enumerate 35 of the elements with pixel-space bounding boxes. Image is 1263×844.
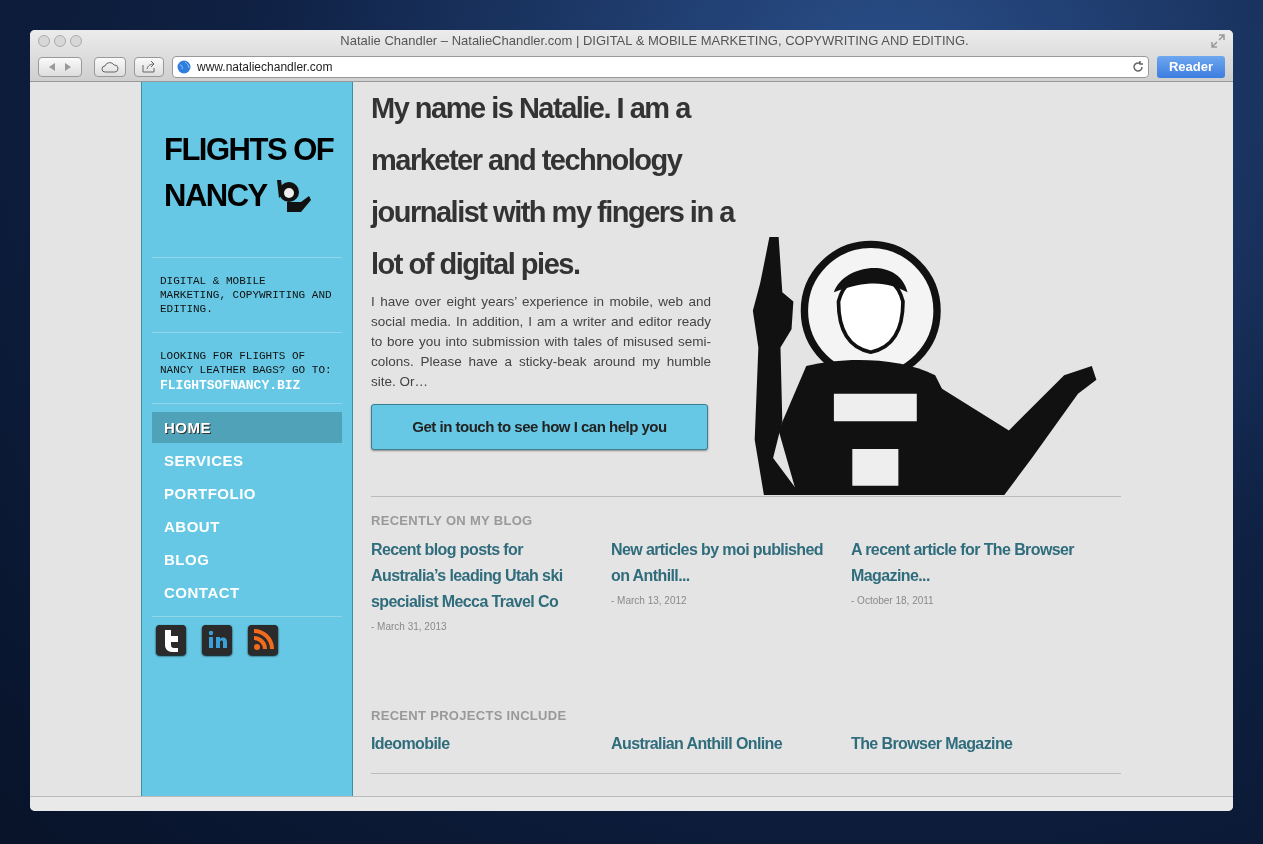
promo-text: LOOKING FOR FLIGHTS OF NANCY LEATHER BAGS? GO TO: xyxy=(160,349,333,377)
address-field[interactable]: www.nataliechandler.com xyxy=(172,56,1149,78)
globe-icon xyxy=(177,60,191,74)
close-button[interactable] xyxy=(38,35,50,47)
linkedin-icon[interactable] xyxy=(202,625,232,655)
intro-paragraph: I have over eight years’ experience in mobile, web and social media. In addition, I am a writer and editor ready to bore you into submission with tales of misused semi-colons. Please have a sticky-beak around my humble site. Or… xyxy=(371,293,711,391)
minimize-button[interactable] xyxy=(54,35,66,47)
headline: My name is Natalie. I am a marketer and technology journalist with my fingers in a lot of digital pies. xyxy=(371,91,736,282)
fullscreen-icon[interactable] xyxy=(1211,34,1225,48)
post-date: - October 18, 2011 xyxy=(851,593,935,608)
reload-icon[interactable] xyxy=(1131,61,1144,73)
project-link[interactable]: Ideomobile xyxy=(371,735,450,753)
post-date: - March 31, 2013 xyxy=(371,619,448,634)
nav-link[interactable]: HOME xyxy=(152,412,342,443)
cloud-button[interactable] xyxy=(94,57,126,77)
blog-post-link[interactable]: A recent article for The Browser Magazine... xyxy=(851,536,1077,589)
tagline: DIGITAL & MOBILE MARKETING, COPYWRITING AND EDITING. xyxy=(159,274,333,317)
window-title: Natalie Chandler – NatalieChandler.com | DIGITAL & MOBILE MARKETING, COPYWRITING AND EDITING. xyxy=(339,32,970,50)
share-button[interactable] xyxy=(134,57,164,77)
site-logo[interactable]: FLIGHTS OF NANCY xyxy=(152,127,346,219)
zoom-button[interactable] xyxy=(70,35,82,47)
contact-button[interactable]: Get in touch to see how I can help you xyxy=(371,404,708,450)
rss-icon[interactable] xyxy=(248,625,278,655)
blog-post-link[interactable]: New articles by moi published on Anthill... xyxy=(611,536,837,589)
back-forward-button[interactable] xyxy=(38,57,82,77)
reader-button[interactable]: Reader xyxy=(1156,56,1225,78)
twitter-icon[interactable] xyxy=(156,625,186,655)
project-link[interactable]: The Browser Magazine xyxy=(851,735,1013,753)
cloud-icon xyxy=(101,61,119,73)
section-heading: RECENTLY ON MY BLOG xyxy=(371,513,534,529)
blog-post-link[interactable]: Recent blog posts for Australia’s leading Utah ski specialist Mecca Travel Co xyxy=(371,536,597,615)
project-link[interactable]: Australian Anthill Online xyxy=(611,735,783,753)
share-icon xyxy=(141,61,157,73)
post-date: - March 13, 2012 xyxy=(611,593,688,608)
section-heading: RECENT PROJECTS INCLUDE xyxy=(371,707,568,724)
